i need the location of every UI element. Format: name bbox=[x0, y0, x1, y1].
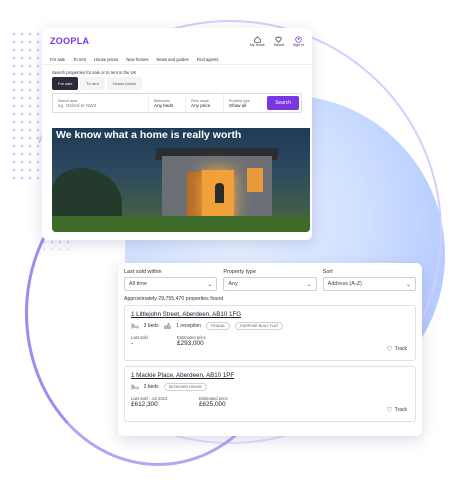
nav-new-homes[interactable]: New homes bbox=[126, 57, 148, 62]
saved-label: Saved bbox=[273, 42, 284, 47]
select-value: Any bbox=[228, 281, 238, 287]
nav-find-agents[interactable]: Find agents bbox=[197, 57, 219, 62]
chevron-down-icon: ⌄ bbox=[405, 281, 411, 288]
my-home-link[interactable]: My home bbox=[250, 35, 265, 47]
nav-for-sale[interactable]: For sale bbox=[50, 57, 65, 62]
search-heading: Search properties for sale or to rent in… bbox=[52, 70, 137, 75]
filter-property-type: Property type Any ⌄ bbox=[223, 269, 317, 291]
property-address-link[interactable]: 1 Littlejohn Street, Aberdeen, AB10 1FG bbox=[131, 311, 409, 318]
main-nav: For sale To rent House prices New homes … bbox=[42, 54, 312, 65]
sort-select[interactable]: Address (A-Z) ⌄ bbox=[322, 277, 416, 291]
property-type-tag: DETACHED HOUSE bbox=[163, 383, 207, 391]
estimated-price: Estimated price £625,000 bbox=[199, 396, 228, 408]
sofa-icon: 🛋 bbox=[163, 323, 172, 330]
filter-sort: Sort Address (A-Z) ⌄ bbox=[322, 269, 416, 291]
property-type-filter-select[interactable]: Any ⌄ bbox=[223, 277, 317, 291]
property-card[interactable]: 1 Mackie Place, Aberdeen, AB10 1PF 🛏 2 b… bbox=[124, 366, 416, 422]
shed-window bbox=[247, 168, 263, 192]
tab-to-rent[interactable]: To rent bbox=[80, 77, 105, 90]
property-address-link[interactable]: 1 Mackie Place, Aberdeen, AB10 1PF bbox=[131, 372, 409, 379]
last-sold-select[interactable]: All time ⌄ bbox=[124, 277, 218, 291]
last-sold: Last sold - Jul 2013 £612,300 bbox=[131, 396, 187, 408]
saved-link[interactable]: Saved bbox=[274, 36, 284, 47]
bed-icon: 🛏 bbox=[131, 323, 139, 330]
site-header: ZOOPLA My home Saved Sign in bbox=[42, 28, 312, 54]
hero-image: We know what a home is really worth bbox=[52, 128, 310, 232]
beds-count: 3 beds bbox=[143, 323, 159, 329]
nav-to-rent[interactable]: To rent bbox=[73, 57, 86, 62]
tenure-tag: FEUDAL bbox=[206, 322, 231, 330]
property-meta: 🛏 3 beds 🛋 1 reception FEUDAL PURPOSE BU… bbox=[131, 322, 409, 330]
filter-last-sold: Last sold within All time ⌄ bbox=[124, 269, 218, 291]
filter-label: Sort bbox=[322, 269, 333, 275]
price-row: Last sold - Jul 2013 £612,300 Estimated … bbox=[131, 396, 409, 408]
results-card: Last sold within All time ⌄ Property typ… bbox=[118, 263, 422, 436]
search-button[interactable]: Search bbox=[267, 96, 299, 110]
bedrooms-value: Any beds bbox=[154, 102, 174, 108]
hero-grass bbox=[52, 216, 310, 232]
estimated-price: Estimated price £293,000 bbox=[177, 335, 206, 347]
property-type-select[interactable]: Property type Show all bbox=[224, 94, 260, 112]
last-sold-value: £612,300 bbox=[131, 401, 158, 408]
track-button[interactable]: ♡ Track bbox=[386, 406, 407, 414]
track-label: Track bbox=[394, 346, 407, 352]
zoopla-homepage-card: ZOOPLA My home Saved Sign in For sale To… bbox=[42, 28, 312, 240]
select-value: Address (A-Z) bbox=[327, 281, 362, 287]
chevron-down-icon: ⌄ bbox=[306, 281, 312, 288]
search-area-input[interactable]: eg. Oxford or NW3 bbox=[58, 103, 143, 108]
sign-in-label: Sign in bbox=[293, 42, 304, 47]
price-row: Last sold - Estimated price £293,000 bbox=[131, 335, 409, 347]
price-value: Any price bbox=[191, 102, 211, 108]
zoopla-logo[interactable]: ZOOPLA bbox=[50, 36, 89, 46]
select-value: All time bbox=[129, 281, 148, 287]
estimated-value: £625,000 bbox=[199, 401, 226, 408]
search-tabs: For sale To rent House prices bbox=[42, 77, 312, 90]
shed-door-open bbox=[187, 172, 202, 222]
heart-icon: ♡ bbox=[386, 407, 393, 414]
tab-house-prices[interactable]: House prices bbox=[106, 77, 143, 90]
hero-headline: We know what a home is really worth bbox=[56, 129, 242, 141]
track-button[interactable]: ♡ Track bbox=[386, 345, 407, 353]
receptions-count: 1 reception bbox=[176, 323, 202, 329]
header-icons: My home Saved Sign in bbox=[250, 35, 304, 47]
last-sold: Last sold - bbox=[131, 335, 165, 347]
search-bar: Search area eg. Oxford or NW3 Bedrooms A… bbox=[52, 93, 302, 113]
filters-row: Last sold within All time ⌄ Property typ… bbox=[118, 263, 422, 291]
nav-house-prices[interactable]: House prices bbox=[94, 57, 118, 62]
price-select[interactable]: Price range Any price bbox=[186, 94, 224, 112]
chevron-down-icon: ⌄ bbox=[207, 281, 213, 288]
my-home-label: My home bbox=[250, 42, 265, 47]
property-meta: 🛏 2 beds DETACHED HOUSE bbox=[131, 383, 409, 391]
search-area-field[interactable]: Search area eg. Oxford or NW3 bbox=[53, 94, 149, 112]
track-label: Track bbox=[394, 407, 407, 413]
heart-icon: ♡ bbox=[386, 346, 393, 353]
filter-label: Property type bbox=[223, 269, 257, 275]
results-count: Approximately 29,755,470 properties foun… bbox=[124, 296, 224, 302]
nav-news-guides[interactable]: News and guides bbox=[157, 57, 189, 62]
bedrooms-select[interactable]: Bedrooms Any beds bbox=[149, 94, 186, 112]
sign-in-link[interactable]: Sign in bbox=[293, 35, 304, 47]
bed-icon: 🛏 bbox=[131, 384, 139, 391]
estimated-value: £293,000 bbox=[177, 340, 204, 347]
filter-label: Last sold within bbox=[124, 269, 162, 275]
tab-for-sale[interactable]: For sale bbox=[52, 77, 79, 90]
property-type-value: Show all bbox=[229, 102, 247, 108]
property-card[interactable]: 1 Littlejohn Street, Aberdeen, AB10 1FG … bbox=[124, 305, 416, 361]
heart-icon bbox=[275, 36, 282, 43]
person-in-shed bbox=[215, 183, 224, 203]
property-type-tag: PURPOSE BUILT FLAT bbox=[235, 322, 284, 330]
beds-count: 2 beds bbox=[143, 384, 159, 390]
house-icon bbox=[254, 35, 261, 43]
last-sold-value: - bbox=[131, 340, 134, 347]
user-icon bbox=[295, 35, 302, 43]
